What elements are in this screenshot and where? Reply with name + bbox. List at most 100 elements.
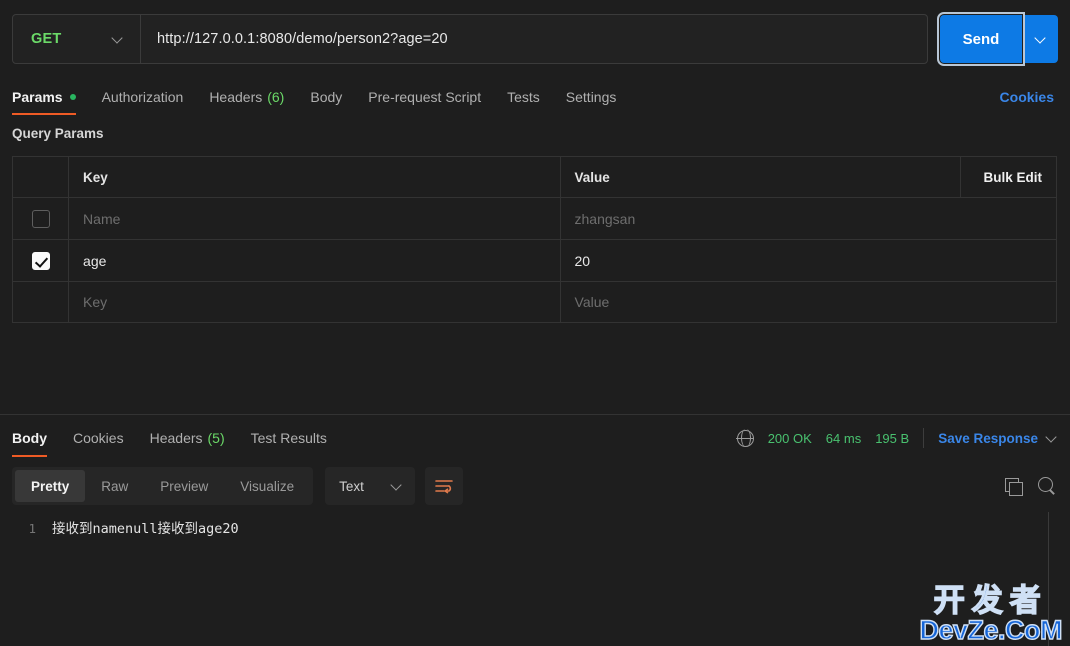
wrap-lines-button[interactable] <box>425 467 464 505</box>
response-tabs-bar: Body Cookies Headers (5) Test Results 20… <box>0 419 1070 457</box>
cookies-link[interactable]: Cookies <box>1000 89 1058 105</box>
tab-body-label: Body <box>310 88 343 105</box>
send-group: Send <box>937 12 1058 66</box>
row-value-placeholder: zhangsan <box>574 210 636 227</box>
query-params-table-body: Name zhangsan age 20 Key Value <box>11 197 1058 323</box>
header-value-label: Value <box>574 169 610 185</box>
code-line: 1 接收到namenull接收到age20 <box>0 512 1070 539</box>
chevron-down-icon[interactable] <box>1047 433 1058 444</box>
response-tab-headers-label: Headers <box>149 430 203 446</box>
chevron-down-icon <box>392 481 403 492</box>
tab-pre-request-script[interactable]: Pre-request Script <box>368 78 481 115</box>
response-tab-body[interactable]: Body <box>12 420 47 457</box>
response-body-scrollbar[interactable] <box>1048 512 1049 646</box>
row-value-value: 20 <box>574 252 591 269</box>
tab-pre-request-script-label: Pre-request Script <box>368 88 482 105</box>
query-params-table-head: Key Value Bulk Edit <box>11 156 1058 198</box>
row-key-cell[interactable]: age <box>68 239 561 282</box>
send-options-button[interactable] <box>1024 15 1058 63</box>
tab-settings-label: Settings <box>565 88 617 105</box>
query-params-title: Query Params <box>12 126 104 141</box>
header-key-cell: Key <box>68 156 561 198</box>
row-checkbox-cell <box>11 239 70 282</box>
response-body-text: 接收到namenull接收到age20 <box>52 521 239 537</box>
row-key-cell[interactable]: Key <box>68 281 561 323</box>
response-format-label: Text <box>339 478 364 494</box>
row-key-placeholder: Key <box>83 294 108 310</box>
response-size[interactable]: 195 B <box>875 431 909 446</box>
save-response-button[interactable]: Save Response <box>938 431 1038 446</box>
row-checkbox-cell <box>11 281 70 323</box>
tab-tests-label: Tests <box>507 88 540 105</box>
response-tab-test-results-label: Test Results <box>250 430 327 446</box>
response-view-switcher: Pretty Raw Preview Visualize <box>12 467 314 505</box>
response-body-actions <box>1005 466 1056 506</box>
row-enable-checkbox[interactable] <box>31 209 50 228</box>
row-value-cell[interactable]: Value <box>559 281 1058 323</box>
http-method-select[interactable]: GET <box>13 15 141 63</box>
row-value-placeholder: Value <box>574 294 610 310</box>
tab-body[interactable]: Body <box>310 78 342 115</box>
response-tab-cookies-label: Cookies <box>73 430 124 446</box>
row-checkbox-wrap <box>13 240 68 281</box>
header-bulk-edit-cell[interactable]: Bulk Edit <box>959 156 1058 198</box>
tab-authorization-label: Authorization <box>101 88 184 105</box>
tab-authorization[interactable]: Authorization <box>102 78 184 115</box>
row-key-placeholder: Name <box>83 210 121 227</box>
view-raw[interactable]: Raw <box>85 470 144 502</box>
response-tab-headers-count: (5) <box>207 430 225 446</box>
response-tab-test-results[interactable]: Test Results <box>251 420 327 457</box>
tab-headers[interactable]: Headers (6) <box>209 78 284 115</box>
params-modified-dot-icon <box>69 93 76 100</box>
line-number: 1 <box>28 521 36 536</box>
row-key-value: age <box>83 252 107 269</box>
header-checkbox-cell <box>11 156 70 198</box>
tab-settings[interactable]: Settings <box>566 78 617 115</box>
row-value-cell[interactable]: zhangsan <box>559 197 1058 240</box>
status-badge[interactable]: 200 OK <box>768 431 812 446</box>
table-row: Key Value <box>11 281 1058 323</box>
send-button[interactable]: Send <box>937 12 1025 66</box>
row-enable-checkbox[interactable] <box>31 251 50 270</box>
search-icon[interactable] <box>1038 477 1056 495</box>
bulk-edit-button[interactable]: Bulk Edit <box>961 170 1056 185</box>
table-header-row: Key Value Bulk Edit <box>11 156 1058 198</box>
table-row: age 20 <box>11 239 1058 282</box>
response-time[interactable]: 64 ms <box>826 431 861 446</box>
tab-params-label: Params <box>12 88 63 105</box>
header-key-label: Key <box>83 169 108 185</box>
chevron-down-icon <box>113 34 124 45</box>
request-url-bar: GET http://127.0.0.1:8080/demo/person2?a… <box>0 0 1070 78</box>
chevron-down-icon <box>1036 34 1047 45</box>
url-input[interactable]: http://127.0.0.1:8080/demo/person2?age=2… <box>141 15 927 63</box>
wrap-lines-icon <box>435 480 453 494</box>
response-meta: 200 OK 64 ms 195 B Save Response <box>736 428 1058 448</box>
view-visualize[interactable]: Visualize <box>224 470 310 502</box>
response-tab-body-label: Body <box>12 430 47 446</box>
row-checkbox-cell <box>11 197 70 240</box>
header-value-cell: Value <box>559 156 961 198</box>
row-checkbox-wrap <box>13 198 68 239</box>
request-response-divider[interactable] <box>0 414 1070 415</box>
table-row: Name zhangsan <box>11 197 1058 240</box>
tab-headers-label: Headers <box>209 88 263 105</box>
meta-separator <box>923 428 925 448</box>
tab-headers-count: (6) <box>267 88 285 105</box>
query-params-table: Key Value Bulk Edit Name zhangsan age 20… <box>11 156 1058 323</box>
globe-icon <box>736 429 755 447</box>
http-method-label: GET <box>31 31 62 47</box>
view-preview[interactable]: Preview <box>144 470 224 502</box>
tab-tests[interactable]: Tests <box>507 78 540 115</box>
request-tabs: Params Authorization Headers (6) Body Pr… <box>0 78 1070 115</box>
response-format-select[interactable]: Text <box>325 467 416 505</box>
response-tab-headers[interactable]: Headers (5) <box>150 420 225 457</box>
row-value-cell[interactable]: 20 <box>559 239 1058 282</box>
tab-params[interactable]: Params <box>12 78 76 115</box>
response-body-viewer[interactable]: 1 接收到namenull接收到age20 <box>0 512 1070 646</box>
row-key-cell[interactable]: Name <box>68 197 561 240</box>
view-pretty[interactable]: Pretty <box>15 470 86 502</box>
copy-icon[interactable] <box>1005 477 1023 496</box>
response-tab-cookies[interactable]: Cookies <box>73 420 124 457</box>
method-url-group: GET http://127.0.0.1:8080/demo/person2?a… <box>12 14 928 64</box>
response-body-toolbar: Pretty Raw Preview Visualize Text <box>12 466 464 506</box>
